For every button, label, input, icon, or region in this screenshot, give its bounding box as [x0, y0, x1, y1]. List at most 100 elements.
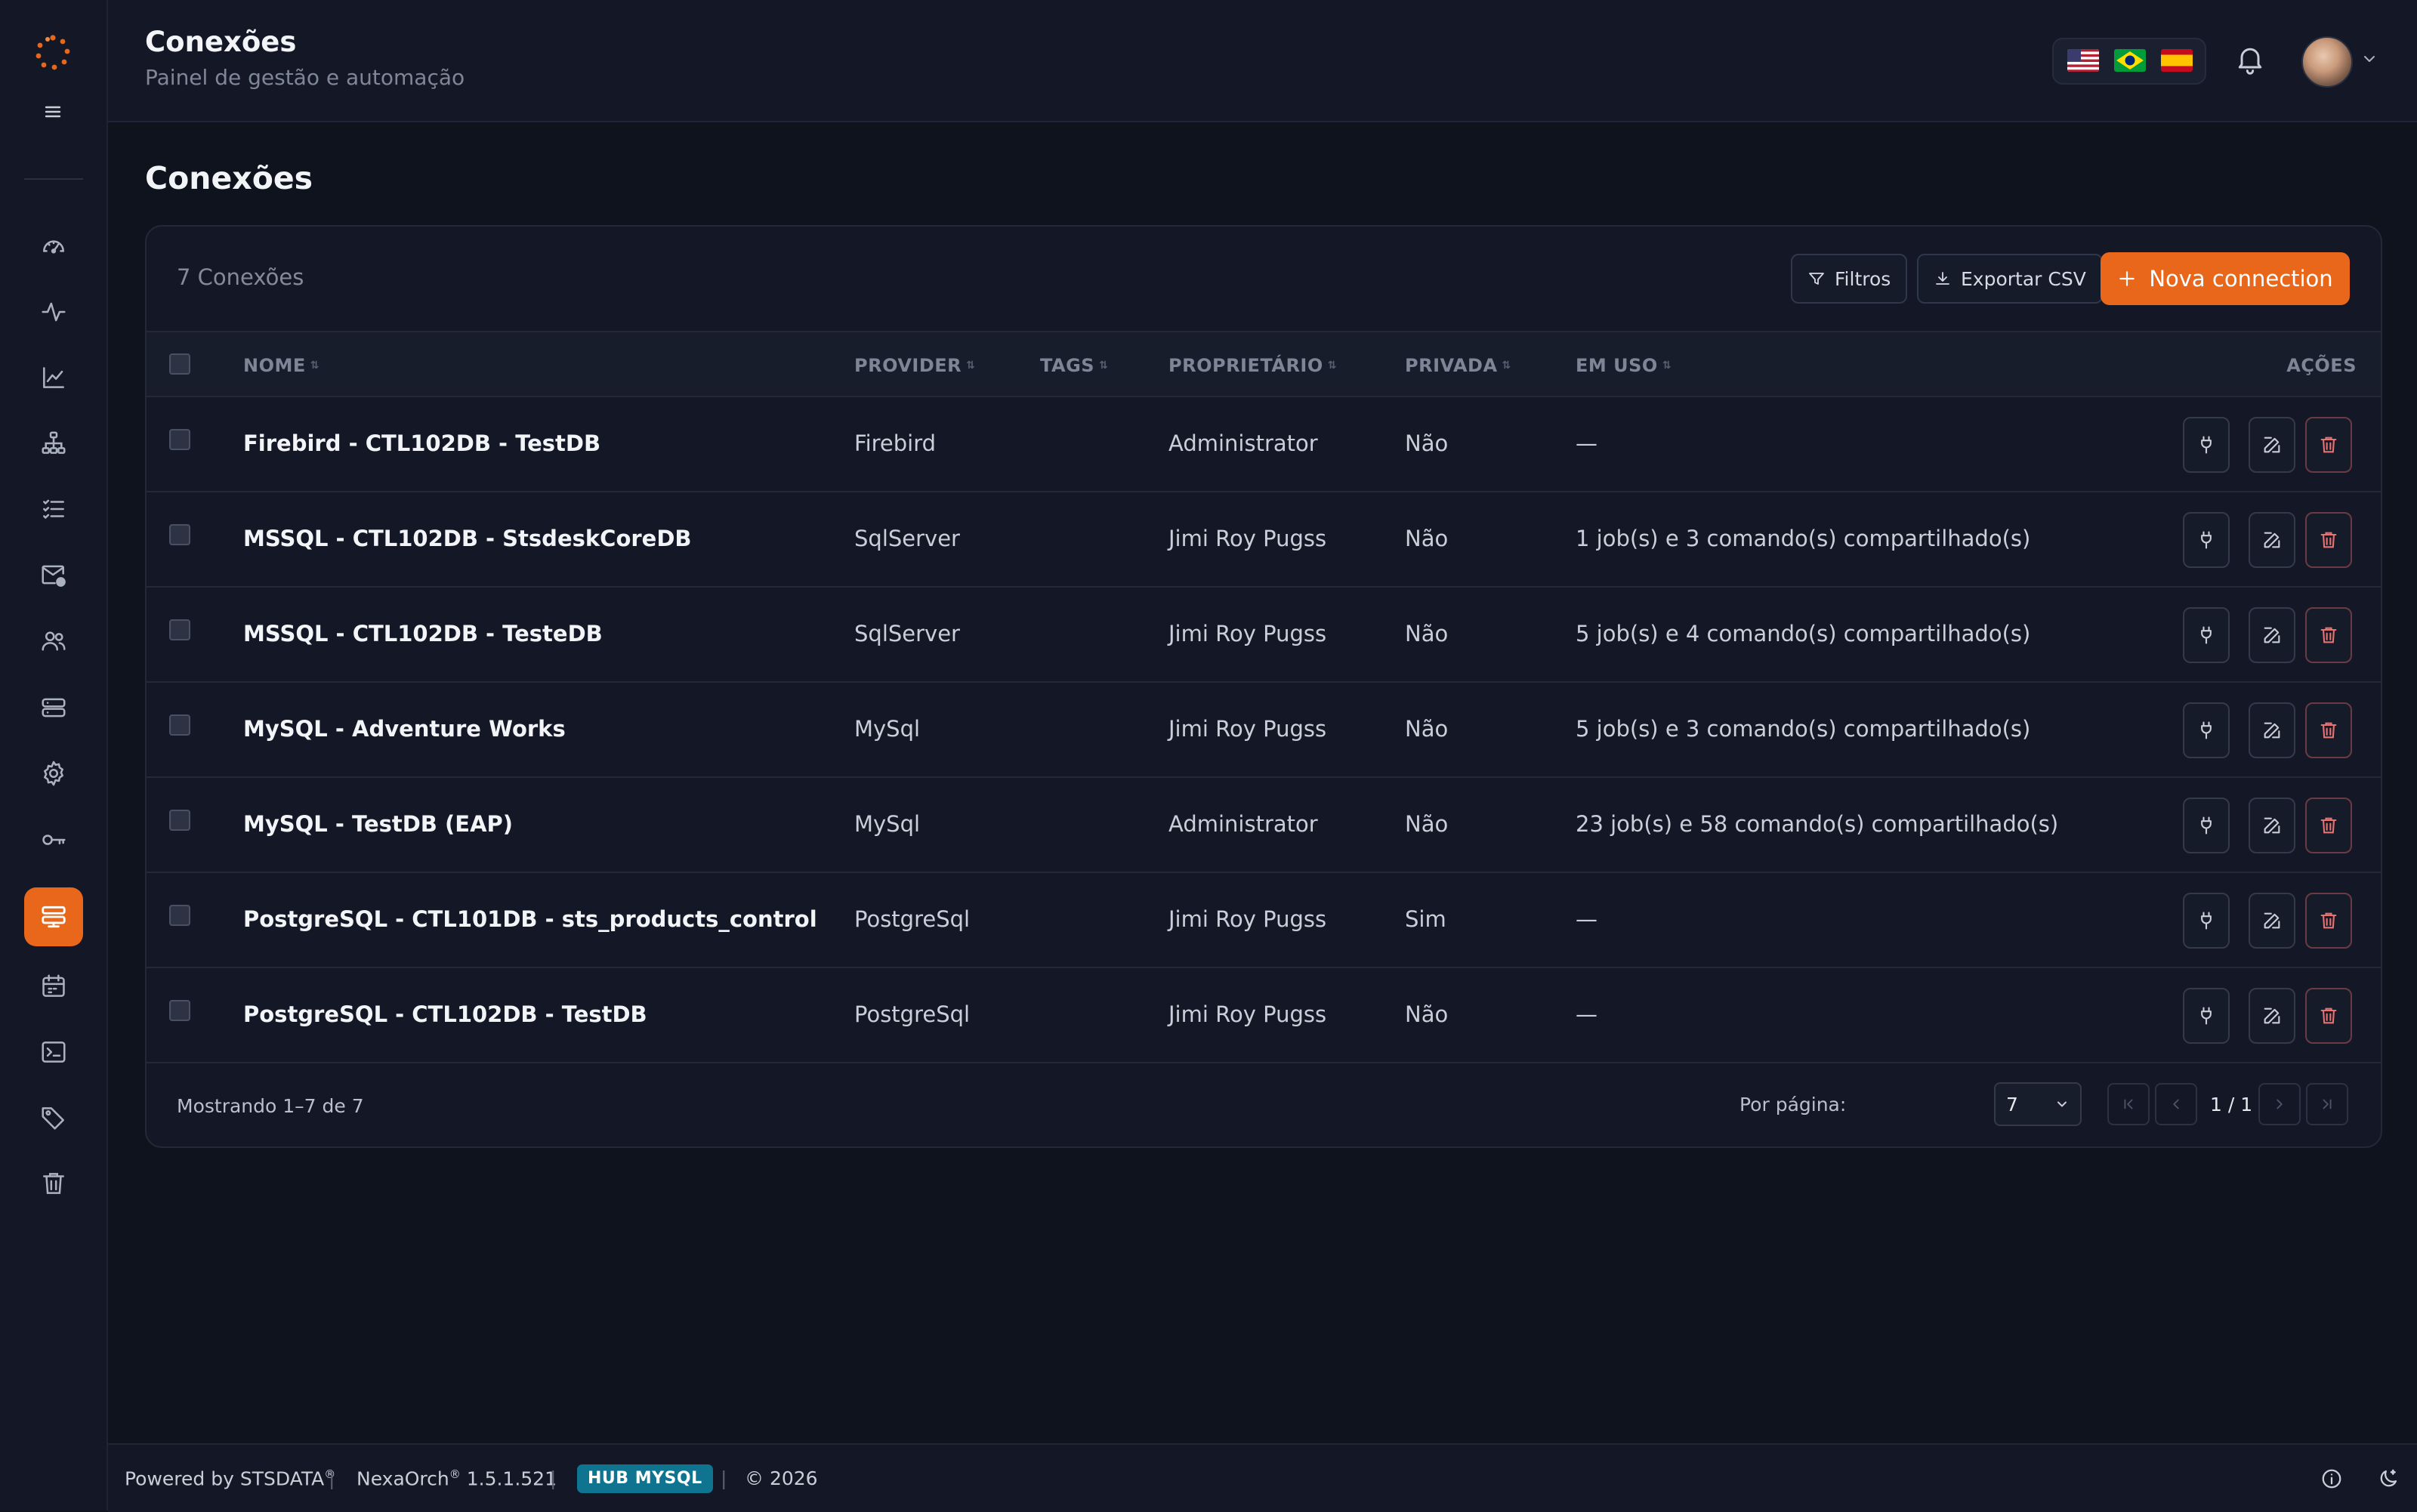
flag-us-icon[interactable]	[2067, 49, 2099, 72]
table-row[interactable]: MSSQL - CTL102DB - StsdeskCoreDB SqlServ…	[147, 492, 2381, 588]
edit-icon	[2264, 437, 2280, 453]
row-checkbox[interactable]	[169, 619, 190, 640]
connection-provider: MySql	[854, 716, 921, 742]
sidebar-item-connections[interactable]	[24, 887, 83, 946]
connection-name[interactable]: PostgreSQL - CTL102DB - TestDB	[243, 1001, 647, 1027]
trash-icon	[2320, 817, 2337, 834]
row-checkbox[interactable]	[169, 524, 190, 545]
sidebar-item-users[interactable]	[24, 612, 83, 671]
table-row[interactable]: MySQL - TestDB (EAP) MySql Administrator…	[147, 778, 2381, 873]
sidebar-item-terminal[interactable]	[24, 1023, 83, 1082]
test-connection-button[interactable]	[2183, 988, 2230, 1044]
table-row[interactable]: MSSQL - CTL102DB - TesteDB SqlServer Jim…	[147, 588, 2381, 683]
table-row[interactable]: Firebird - CTL102DB - TestDB Firebird Ad…	[147, 397, 2381, 492]
info-icon[interactable]	[2320, 1467, 2343, 1490]
edit-button[interactable]	[2249, 607, 2295, 663]
delete-button[interactable]	[2305, 893, 2352, 949]
delete-button[interactable]	[2305, 512, 2352, 568]
per-page-select[interactable]: 7	[1994, 1082, 2082, 1126]
notifications-bell-icon[interactable]	[2233, 42, 2267, 76]
row-checkbox[interactable]	[169, 905, 190, 926]
chevron-down-icon[interactable]	[2360, 50, 2378, 68]
connection-private: Não	[1405, 621, 1449, 646]
sidebar-item-trash[interactable]	[24, 1154, 83, 1213]
connections-icon	[42, 906, 66, 928]
column-header-owner[interactable]: PROPRIETÁRIO ⇅	[1168, 355, 1337, 376]
edit-button[interactable]	[2249, 798, 2295, 853]
edit-button[interactable]	[2249, 702, 2295, 758]
connection-name[interactable]: MSSQL - CTL102DB - TesteDB	[243, 621, 603, 646]
table-row[interactable]: PostgreSQL - CTL102DB - TestDB PostgreSq…	[147, 968, 2381, 1063]
test-connection-button[interactable]	[2183, 512, 2230, 568]
sidebar-item-tasks[interactable]	[24, 480, 83, 538]
last-page-icon	[2323, 1099, 2332, 1109]
sidebar-item-activity[interactable]	[24, 282, 83, 341]
connection-name[interactable]: Firebird - CTL102DB - TestDB	[243, 430, 600, 456]
flag-spain-icon[interactable]	[2161, 49, 2193, 72]
delete-button[interactable]	[2305, 702, 2352, 758]
column-header-private[interactable]: PRIVADA ⇅	[1405, 355, 1511, 376]
sidebar-item-hierarchy[interactable]	[24, 414, 83, 473]
filters-button[interactable]: Filtros	[1791, 254, 1908, 304]
column-header-in-use[interactable]: EM USO ⇅	[1576, 355, 1672, 376]
last-page-button[interactable]	[2306, 1083, 2348, 1125]
delete-button[interactable]	[2305, 607, 2352, 663]
previous-page-button[interactable]	[2155, 1083, 2197, 1125]
edit-button[interactable]	[2249, 512, 2295, 568]
user-avatar[interactable]	[2301, 36, 2353, 88]
test-connection-button[interactable]	[2183, 607, 2230, 663]
select-all-checkbox[interactable]	[169, 353, 190, 375]
connection-private: Não	[1405, 430, 1449, 456]
test-connection-button[interactable]	[2183, 893, 2230, 949]
first-page-icon	[2124, 1099, 2133, 1109]
sidebar-item-settings[interactable]	[24, 744, 83, 803]
column-header-name[interactable]: NOME ⇅	[243, 355, 319, 376]
table-row[interactable]: MySQL - Adventure Works MySql Jimi Roy P…	[147, 683, 2381, 778]
sidebar-item-charts[interactable]	[24, 348, 83, 407]
sidebar-item-dashboard[interactable]	[24, 217, 83, 276]
next-page-button[interactable]	[2258, 1083, 2301, 1125]
sidebar-item-notifications-mail[interactable]	[24, 545, 83, 604]
connection-name[interactable]: MSSQL - CTL102DB - StsdeskCoreDB	[243, 526, 692, 551]
test-connection-button[interactable]	[2183, 417, 2230, 473]
test-connection-button[interactable]	[2183, 798, 2230, 853]
sidebar-item-calendar[interactable]	[24, 957, 83, 1016]
edit-button[interactable]	[2249, 893, 2295, 949]
sidebar-item-keys[interactable]	[24, 810, 83, 869]
connection-in-use: —	[1576, 1001, 1597, 1027]
connection-name[interactable]: MySQL - TestDB (EAP)	[243, 811, 513, 837]
table-row[interactable]: PostgreSQL - CTL101DB - sts_products_con…	[147, 873, 2381, 968]
sidebar	[0, 0, 108, 1510]
export-csv-button[interactable]: Exportar CSV	[1917, 254, 2103, 304]
delete-button[interactable]	[2305, 798, 2352, 853]
column-provider-label: PROVIDER	[854, 355, 962, 376]
connection-private: Sim	[1405, 906, 1446, 932]
delete-button[interactable]	[2305, 988, 2352, 1044]
delete-button[interactable]	[2305, 417, 2352, 473]
connection-name[interactable]: PostgreSQL - CTL101DB - sts_products_con…	[243, 906, 817, 932]
row-checkbox[interactable]	[169, 810, 190, 831]
row-checkbox[interactable]	[169, 429, 190, 450]
connection-name[interactable]: MySQL - Adventure Works	[243, 716, 566, 742]
tags-icon	[42, 1107, 64, 1130]
first-page-button[interactable]	[2107, 1083, 2150, 1125]
column-header-tags[interactable]: TAGS ⇅	[1040, 355, 1108, 376]
connection-owner: Jimi Roy Pugss	[1168, 716, 1327, 742]
theme-toggle-moon-icon[interactable]	[2377, 1467, 2400, 1490]
row-checkbox[interactable]	[169, 1000, 190, 1021]
menu-toggle-icon[interactable]	[42, 101, 63, 122]
edit-button[interactable]	[2249, 988, 2295, 1044]
edit-icon	[2264, 722, 2280, 739]
flag-brazil-icon[interactable]	[2114, 49, 2146, 72]
sidebar-item-tags[interactable]	[24, 1088, 83, 1147]
edit-icon	[2264, 912, 2280, 929]
column-header-provider[interactable]: PROVIDER ⇅	[854, 355, 975, 376]
edit-button[interactable]	[2249, 417, 2295, 473]
app-logo-icon[interactable]	[33, 33, 73, 73]
sidebar-item-servers[interactable]	[24, 678, 83, 737]
test-connection-button[interactable]	[2183, 702, 2230, 758]
header-subtitle: Painel de gestão e automação	[145, 65, 465, 90]
row-checkbox[interactable]	[169, 714, 190, 736]
footer-product-name: NexaOrch	[357, 1467, 449, 1490]
new-connection-button[interactable]: Nova connection	[2101, 252, 2350, 305]
